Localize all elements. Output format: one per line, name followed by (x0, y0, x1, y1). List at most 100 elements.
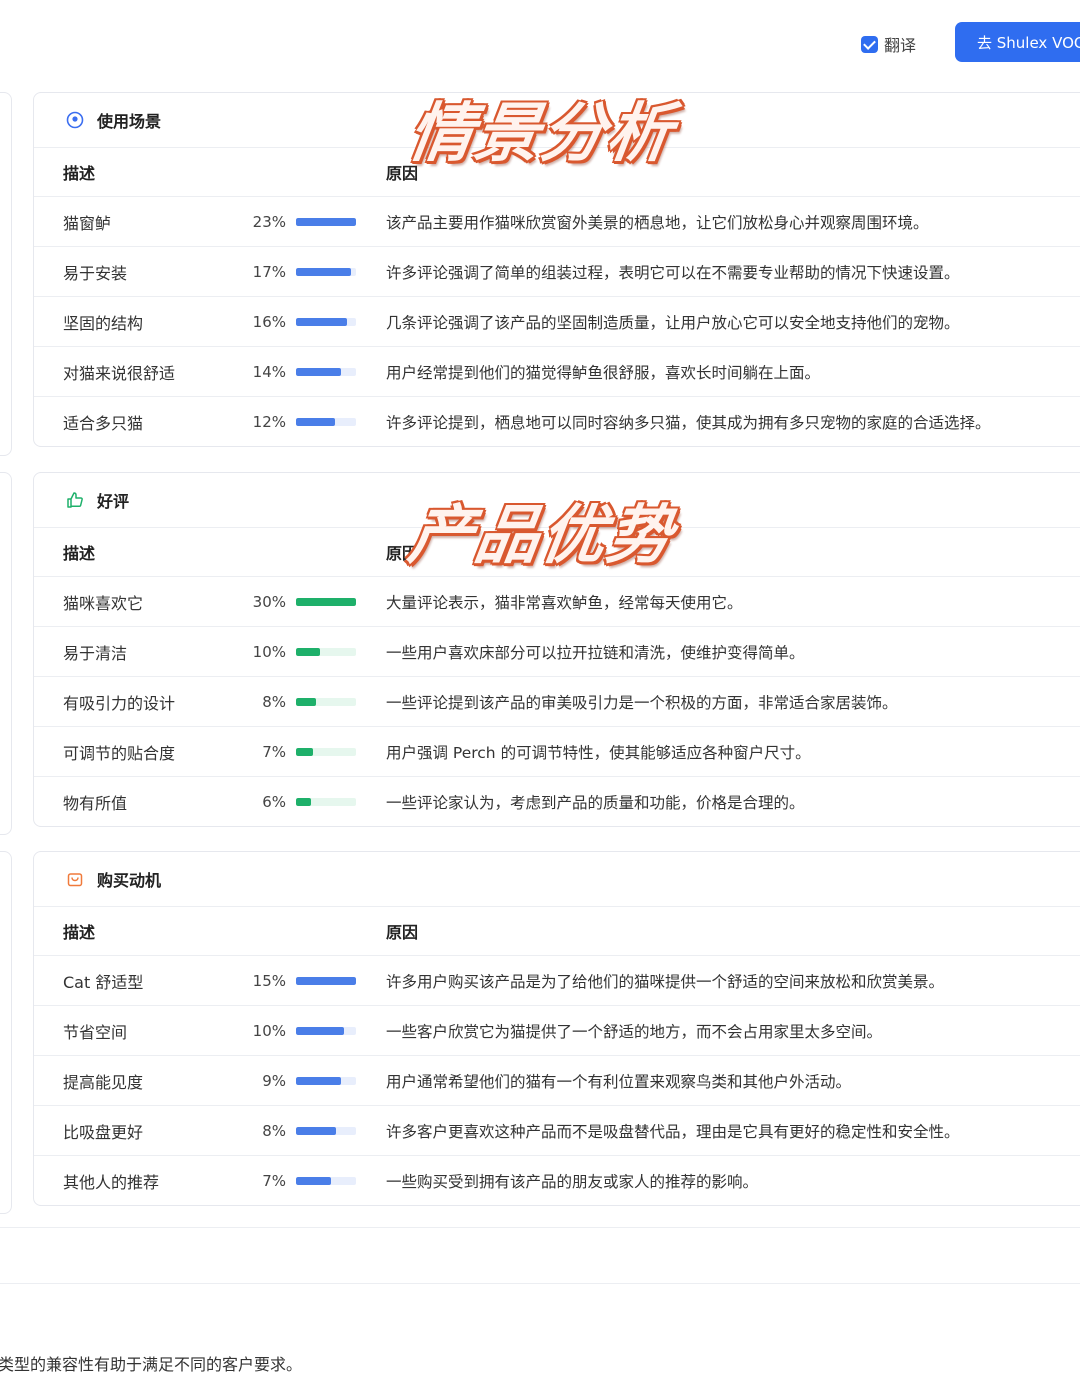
row-description: 易于清洁 (63, 643, 128, 663)
table-row: 易于清洁 10% 一些用户喜欢床部分可以拉开拉链和清洗，使维护变得简单。 (34, 627, 1080, 677)
row-percentage-bar (296, 1176, 356, 1185)
table-row: 易于安装 17% 许多评论强调了简单的组装过程，表明它可以在不需要专业帮助的情况下快… (34, 247, 1080, 297)
row-description: 坚固的结构 (63, 313, 144, 333)
row-reason: 一些购买受到拥有该产品的朋友或家人的推荐的影响。 (386, 1172, 759, 1191)
row-percentage-bar (296, 1076, 356, 1085)
bar-fill (296, 1176, 331, 1185)
table-row: 比吸盘更好 8% 许多客户更喜欢这种产品而不是吸盘替代品，理由是它具有更好的稳定性和… (34, 1106, 1080, 1156)
table-row: 猫咪喜欢它 30% 大量评论表示，猫非常喜欢鲈鱼，经常每天使用它。 (34, 577, 1080, 627)
column-header: 描述 原因 (34, 907, 1080, 956)
row-percentage: 15% (252, 971, 286, 990)
row-description: 提高能见度 (63, 1072, 144, 1092)
row-description: 可调节的贴合度 (63, 743, 176, 763)
translate-label: 翻译 (884, 36, 917, 55)
purchase-motivation-panel: 购买动机 描述 原因 Cat 舒适型 15% 许多用户购买该产品是为了给他们的猫咪提… (33, 851, 1080, 1206)
bar-fill (296, 317, 347, 326)
row-reason: 用户经常提到他们的猫觉得鲈鱼很舒服，喜欢长时间躺在上面。 (386, 363, 821, 382)
row-reason: 一些用户喜欢床部分可以拉开拉链和清洗，使维护变得简单。 (386, 643, 805, 662)
product-advantage-overlay-title: 产品优势 (403, 499, 679, 573)
table-row: 坚固的结构 16% 几条评论强调了该产品的坚固制造质量，让用户放心它可以安全地支持他… (34, 297, 1080, 347)
row-reason: 许多用户购买该产品是为了给他们的猫咪提供一个舒适的空间来放松和欣赏美景。 (386, 972, 945, 991)
reason-column-header: 原因 (386, 923, 419, 942)
row-description: 适合多只猫 (63, 413, 144, 433)
row-percentage-bar (296, 797, 356, 806)
row-description: 猫咪喜欢它 (63, 593, 144, 613)
location-pin-icon (66, 111, 84, 129)
row-reason: 许多评论提到，栖息地可以同时容纳多只猫，使其成为拥有多只宠物的家庭的合适选择。 (386, 413, 991, 432)
bar-fill (296, 267, 352, 276)
row-percentage: 10% (252, 1021, 286, 1040)
left-panel-edge (0, 851, 12, 1214)
row-percentage: 8% (262, 692, 286, 711)
row-reason: 该产品主要用作猫咪欣赏窗外美景的栖息地，让它们放松身心并观察周围环境。 (386, 213, 929, 232)
bar-fill (296, 797, 311, 806)
row-percentage-bar (296, 217, 356, 226)
desc-column-header: 描述 (63, 923, 96, 942)
translate-toggle[interactable]: 翻译 (861, 32, 916, 56)
shopping-bag-icon (66, 870, 84, 888)
row-percentage: 10% (252, 642, 286, 661)
row-percentage: 7% (262, 742, 286, 761)
row-percentage-bar (296, 597, 356, 606)
bar-fill (296, 217, 356, 226)
table-row: 有吸引力的设计 8% 一些评论提到该产品的审美吸引力是一个积极的方面，非常适合家居装… (34, 677, 1080, 727)
row-percentage: 16% (252, 312, 286, 331)
top-toolbar: 翻译 去 Shulex VOC 查 (0, 0, 1080, 84)
bar-fill (296, 367, 341, 376)
row-description: Cat 舒适型 (63, 972, 144, 992)
bar-fill (296, 976, 356, 985)
row-reason: 大量评论表示，猫非常喜欢鲈鱼，经常每天使用它。 (386, 593, 743, 612)
row-percentage: 8% (262, 1121, 286, 1140)
thumbs-up-icon (66, 491, 84, 509)
bar-fill (296, 417, 335, 426)
translate-checkbox[interactable] (861, 35, 878, 53)
bar-fill (296, 647, 320, 656)
bar-fill (296, 597, 356, 606)
divider (0, 1227, 1080, 1228)
footer-text: 类型的兼容性有助于满足不同的客户要求。 (0, 1355, 303, 1374)
row-description: 易于安装 (63, 263, 128, 283)
row-percentage-bar (296, 647, 356, 656)
panel-title: 好评 (97, 492, 130, 511)
row-description: 对猫来说很舒适 (63, 363, 176, 383)
table-row: 节省空间 10% 一些客户欣赏它为猫提供了一个舒适的地方，而不会占用家里太多空间。 (34, 1006, 1080, 1056)
row-percentage-bar (296, 267, 356, 276)
row-description: 物有所值 (63, 793, 128, 813)
row-percentage: 6% (262, 792, 286, 811)
row-reason: 许多客户更喜欢这种产品而不是吸盘替代品，理由是它具有更好的稳定性和安全性。 (386, 1122, 960, 1141)
scene-analysis-overlay-title: 情景分析 (403, 97, 679, 171)
row-reason: 用户通常希望他们的猫有一个有利位置来观察鸟类和其他户外活动。 (386, 1072, 852, 1091)
row-percentage-bar (296, 317, 356, 326)
table-row: 可调节的贴合度 7% 用户强调 Perch 的可调节特性，使其能够适应各种窗户尺寸。 (34, 727, 1080, 777)
desc-column-header: 描述 (63, 544, 96, 563)
row-percentage: 23% (252, 212, 286, 231)
left-panel-edge (0, 472, 12, 835)
bar-fill (296, 1126, 336, 1135)
table-row: 适合多只猫 12% 许多评论提到，栖息地可以同时容纳多只猫，使其成为拥有多只宠物的家… (34, 397, 1080, 446)
table-row: 物有所值 6% 一些评论家认为，考虑到产品的质量和功能，价格是合理的。 (34, 777, 1080, 826)
row-percentage-bar (296, 1026, 356, 1035)
panel-header: 购买动机 (34, 852, 1080, 907)
row-reason: 许多评论强调了简单的组装过程，表明它可以在不需要专业帮助的情况下快速设置。 (386, 263, 960, 282)
table-row: 提高能见度 9% 用户通常希望他们的猫有一个有利位置来观察鸟类和其他户外活动。 (34, 1056, 1080, 1106)
row-reason: 几条评论强调了该产品的坚固制造质量，让用户放心它可以安全地支持他们的宠物。 (386, 313, 960, 332)
row-description: 有吸引力的设计 (63, 693, 176, 713)
panel-title: 购买动机 (97, 871, 162, 890)
row-percentage: 17% (252, 262, 286, 281)
row-percentage-bar (296, 367, 356, 376)
row-percentage: 14% (252, 362, 286, 381)
table-row: 猫窗鲈 23% 该产品主要用作猫咪欣赏窗外美景的栖息地，让它们放松身心并观察周围环境… (34, 197, 1080, 247)
panel-title: 使用场景 (97, 112, 162, 131)
table-row: 其他人的推荐 7% 一些购买受到拥有该产品的朋友或家人的推荐的影响。 (34, 1156, 1080, 1205)
row-percentage: 9% (262, 1071, 286, 1090)
bar-fill (296, 1026, 344, 1035)
row-percentage-bar (296, 417, 356, 426)
row-percentage: 30% (252, 592, 286, 611)
bar-fill (296, 697, 316, 706)
row-reason: 用户强调 Perch 的可调节特性，使其能够适应各种窗户尺寸。 (386, 743, 811, 762)
go-to-shulex-voc-button[interactable]: 去 Shulex VOC 查 (955, 22, 1080, 62)
divider (0, 1283, 1080, 1284)
row-description: 猫窗鲈 (63, 213, 112, 233)
row-percentage-bar (296, 697, 356, 706)
bar-fill (296, 747, 313, 756)
